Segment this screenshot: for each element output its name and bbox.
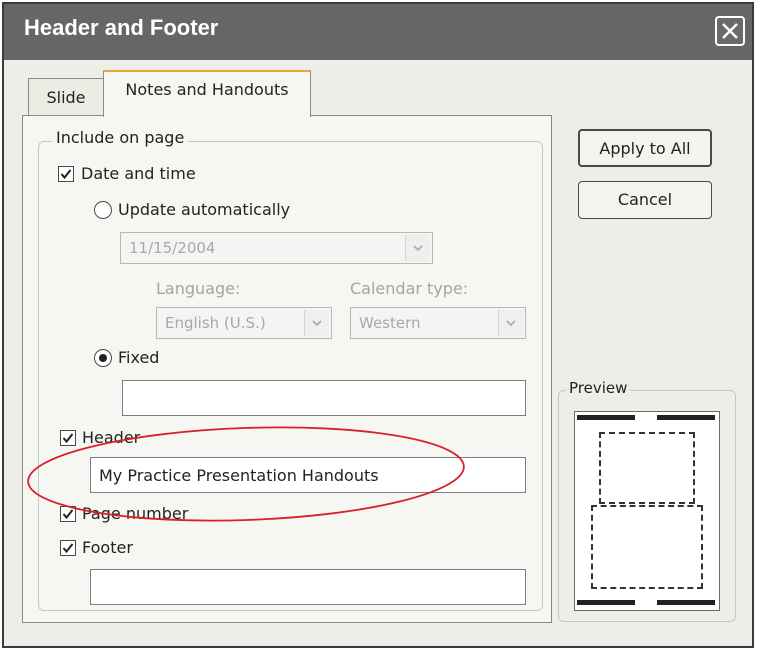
fixed-date-input[interactable] xyxy=(122,380,526,416)
preview-slide-placeholder xyxy=(599,432,695,504)
chevron-down-icon xyxy=(506,320,516,326)
update-automatically-label: Update automatically xyxy=(118,200,291,219)
checkmark-icon xyxy=(62,543,74,554)
date-time-checkbox[interactable] xyxy=(58,166,74,182)
preview-notes-placeholder xyxy=(591,505,703,589)
apply-to-all-button[interactable]: Apply to All xyxy=(578,129,712,167)
tab-notes-and-handouts[interactable]: Notes and Handouts xyxy=(103,70,311,117)
window-title: Header and Footer xyxy=(24,15,219,40)
close-button[interactable] xyxy=(715,16,745,46)
checkmark-icon xyxy=(60,169,72,180)
page-number-checkbox[interactable] xyxy=(60,506,76,522)
fixed-label: Fixed xyxy=(118,348,160,367)
footer-checkbox[interactable] xyxy=(60,540,76,556)
header-label: Header xyxy=(82,428,141,447)
chevron-down-icon xyxy=(312,320,322,326)
preview-footer-left-bar xyxy=(577,600,635,605)
page-number-label: Page number xyxy=(82,504,189,523)
calendar-type-select[interactable]: Western xyxy=(350,307,526,339)
fixed-radio[interactable] xyxy=(94,349,112,367)
radio-selected-dot xyxy=(99,354,107,362)
language-dropdown-arrow xyxy=(304,310,329,336)
language-select[interactable]: English (U.S.) xyxy=(156,307,332,339)
date-time-label: Date and time xyxy=(81,164,196,183)
language-value: English (U.S.) xyxy=(165,314,266,332)
calendar-type-label: Calendar type: xyxy=(350,279,469,298)
calendar-dropdown-arrow xyxy=(498,310,523,336)
checkmark-icon xyxy=(62,433,74,444)
header-text-input[interactable]: My Practice Presentation Handouts xyxy=(90,457,526,493)
preview-footer-right-bar xyxy=(657,600,715,605)
date-format-select[interactable]: 11/15/2004 xyxy=(120,232,433,264)
footer-label: Footer xyxy=(82,538,133,557)
close-icon xyxy=(722,23,738,39)
chevron-down-icon xyxy=(413,245,423,251)
cancel-button[interactable]: Cancel xyxy=(578,181,712,219)
preview-header-right-bar xyxy=(657,415,715,420)
checkmark-icon xyxy=(62,509,74,520)
footer-text-input[interactable] xyxy=(90,569,526,605)
tab-slide[interactable]: Slide xyxy=(28,78,104,116)
date-format-dropdown-arrow xyxy=(405,235,430,261)
language-label: Language: xyxy=(156,279,241,298)
header-checkbox[interactable] xyxy=(60,430,76,446)
preview-page-thumbnail xyxy=(574,411,720,611)
preview-header-left-bar xyxy=(577,415,635,420)
calendar-type-value: Western xyxy=(359,314,421,332)
date-format-value: 11/15/2004 xyxy=(129,239,216,257)
include-on-page-legend: Include on page xyxy=(52,128,189,147)
preview-legend: Preview xyxy=(566,379,631,397)
title-bar: Header and Footer xyxy=(4,4,752,60)
update-automatically-radio[interactable] xyxy=(94,201,112,219)
